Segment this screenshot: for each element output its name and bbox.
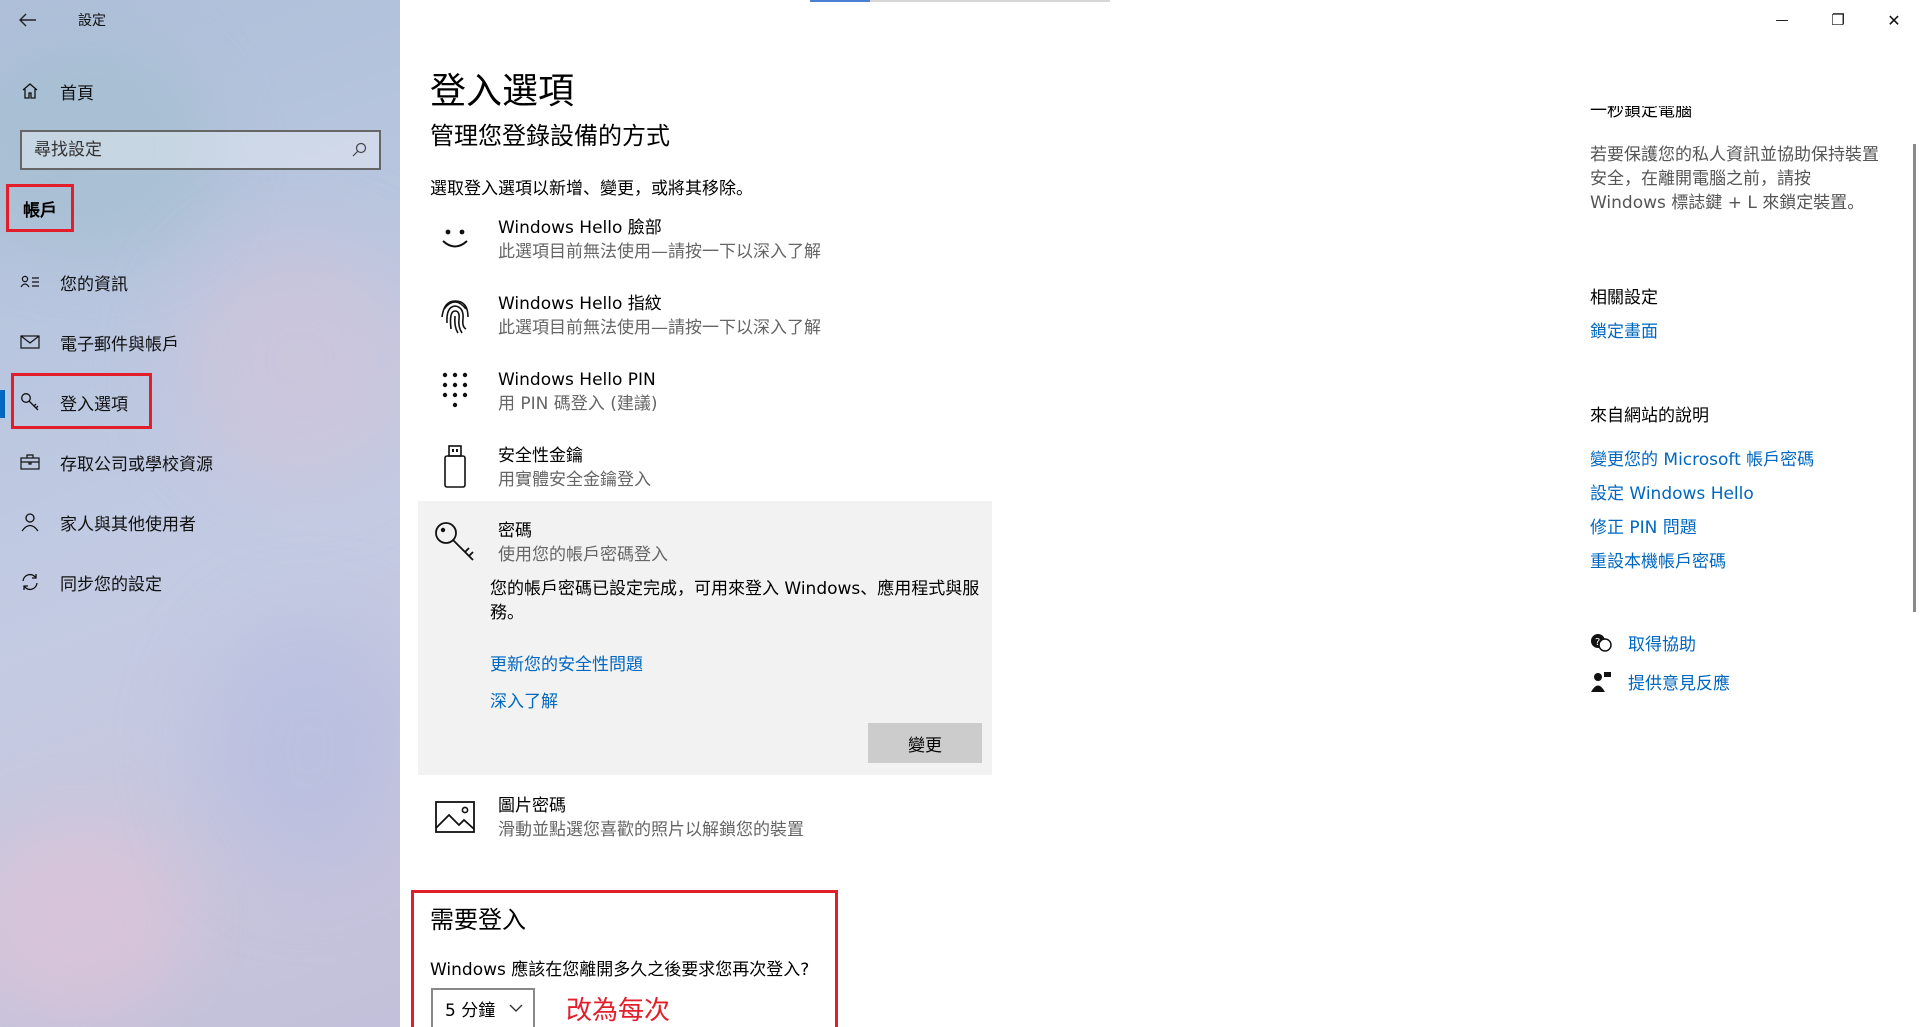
sidebar: 設定 首頁 帳戶: [0, 0, 400, 1027]
option-subtitle: 滑動並點選您喜歡的照片以解鎖您的裝置: [498, 820, 804, 840]
option-title: 密碼: [498, 521, 532, 541]
title-bar: 設定: [0, 0, 400, 40]
usb-key-icon: [444, 445, 466, 488]
dropdown-selected-value: 5 分鐘: [445, 1001, 496, 1021]
sidebar-item-label: 您的資訊: [60, 274, 128, 295]
password-panel: 密碼 使用您的帳戶密碼登入 您的帳戶密碼已設定完成，可用來登入 Windows、…: [418, 501, 992, 775]
option-subtitle: 用 PIN 碼登入 (建議): [498, 394, 658, 414]
restore-button[interactable]: ❐: [1810, 0, 1866, 40]
learn-more-link[interactable]: 深入了解: [490, 687, 558, 712]
setup-windows-hello-link[interactable]: 設定 Windows Hello: [1590, 479, 1754, 504]
get-help-link[interactable]: 取得協助: [1628, 630, 1696, 655]
close-icon: ✕: [1887, 10, 1901, 30]
sidebar-item-signin-options[interactable]: 登入選項: [0, 381, 400, 423]
password-key-icon: [435, 522, 474, 561]
app-title: 設定: [78, 13, 106, 29]
page-title: 登入選項: [430, 71, 575, 112]
svg-text:?: ?: [1595, 637, 1600, 648]
option-picture-password[interactable]: 圖片密碼 滑動並點選您喜歡的照片以解鎖您的裝置: [430, 790, 990, 854]
lock-description: 若要保護您的私人資訊並協助保持裝置安全，在離開電腦之前，請按 Windows 標…: [1590, 145, 1879, 213]
home-icon: [22, 83, 38, 99]
option-subtitle: 使用您的帳戶密碼登入: [498, 545, 668, 565]
search-icon: [352, 142, 367, 157]
sidebar-item-your-info[interactable]: 您的資訊: [0, 261, 400, 303]
web-help-heading: 來自網站的說明: [1590, 406, 1709, 426]
option-title: 圖片密碼: [498, 796, 566, 816]
lock-pc-title: 一秒鎖定電腦: [1590, 106, 1692, 118]
fingerprint-icon: [441, 300, 469, 334]
option-hello-pin[interactable]: Windows Hello PIN 用 PIN 碼登入 (建議): [430, 364, 990, 428]
lock-screen-link[interactable]: 鎖定畫面: [1590, 317, 1658, 342]
related-settings-heading: 相關設定: [1590, 288, 1658, 308]
back-button[interactable]: [0, 0, 56, 40]
annotation-text: 改為每次: [566, 996, 671, 1026]
pin-keypad-icon: [442, 372, 468, 408]
briefcase-icon: [20, 454, 40, 470]
page-subtitle: 管理您登錄設備的方式: [430, 122, 670, 150]
option-password[interactable]: 密碼 使用您的帳戶密碼登入: [430, 515, 668, 569]
option-subtitle: 用實體安全金鑰登入: [498, 470, 651, 490]
update-security-questions-link[interactable]: 更新您的安全性問題: [490, 650, 643, 675]
feedback-link[interactable]: 提供意見反應: [1628, 669, 1730, 694]
section-header-accounts: 帳戶: [6, 184, 74, 232]
reset-local-password-link[interactable]: 重設本機帳戶密碼: [1590, 547, 1726, 572]
fix-pin-link[interactable]: 修正 PIN 問題: [1590, 513, 1697, 538]
require-signin-title: 需要登入: [430, 906, 526, 934]
face-icon: [442, 229, 468, 248]
main-content: — ❐ ✕ 登入選項 管理您登錄設備的方式 選取登入選項以新增、變更，或將其移除…: [400, 0, 1920, 1027]
minimize-icon: —: [1775, 12, 1789, 28]
change-ms-password-link[interactable]: 變更您的 Microsoft 帳戶密碼: [1590, 445, 1814, 470]
chat-help-icon: ?: [1591, 633, 1612, 652]
option-subtitle: 此選項目前無法使用—請按一下以深入了解: [498, 318, 821, 338]
feedback-icon: [1591, 671, 1611, 692]
nav-home[interactable]: 首頁: [0, 70, 400, 112]
sidebar-item-label: 同步您的設定: [60, 574, 162, 595]
sidebar-item-label: 登入選項: [60, 394, 128, 415]
sidebar-item-label: 存取公司或學校資源: [60, 454, 213, 475]
sync-icon: [22, 573, 38, 591]
close-button[interactable]: ✕: [1866, 0, 1920, 40]
option-title: Windows Hello PIN: [498, 370, 656, 390]
person-icon: [21, 513, 39, 532]
sidebar-item-label: 家人與其他使用者: [60, 514, 196, 535]
minimize-button[interactable]: —: [1754, 0, 1810, 40]
option-hello-face[interactable]: Windows Hello 臉部 此選項目前無法使用—請按一下以深入了解: [430, 212, 990, 276]
restore-icon: ❐: [1831, 11, 1845, 29]
top-strip-accent: [810, 0, 870, 2]
change-password-button[interactable]: 變更: [868, 723, 982, 763]
sidebar-item-label: 電子郵件與帳戶: [60, 334, 179, 355]
option-security-key[interactable]: 安全性金鑰 用實體安全金鑰登入: [430, 440, 990, 504]
option-title: Windows Hello 臉部: [498, 218, 662, 238]
sidebar-item-family-users[interactable]: 家人與其他使用者: [0, 501, 400, 543]
search-input[interactable]: [34, 140, 351, 160]
password-description: 您的帳戶密碼已設定完成，可用來登入 Windows、應用程式與服務。: [490, 579, 980, 623]
picture-icon: [435, 801, 475, 833]
intro-text: 選取登入選項以新增、變更，或將其移除。: [430, 179, 753, 199]
option-title: 安全性金鑰: [498, 446, 583, 466]
require-signin-question: Windows 應該在您離開多久之後要求您再次登入?: [430, 960, 810, 980]
get-help-row[interactable]: ? 取得協助: [1590, 630, 1696, 655]
back-arrow-icon: [19, 13, 36, 27]
require-signin-dropdown[interactable]: 5 分鐘: [431, 988, 535, 1027]
sidebar-item-email-accounts[interactable]: 電子郵件與帳戶: [0, 321, 400, 363]
scrollbar[interactable]: [1913, 144, 1916, 612]
sidebar-item-work-school[interactable]: 存取公司或學校資源: [0, 441, 400, 483]
mail-icon: [20, 335, 40, 349]
search-box[interactable]: [20, 130, 381, 170]
settings-window: 設定 首頁 帳戶: [0, 0, 1920, 1027]
option-title: Windows Hello 指紋: [498, 294, 662, 314]
sidebar-item-sync-settings[interactable]: 同步您的設定: [0, 561, 400, 603]
contact-info-icon: [20, 275, 39, 288]
chevron-down-icon: [509, 1002, 523, 1016]
feedback-row[interactable]: 提供意見反應: [1590, 669, 1730, 694]
key-icon: [21, 393, 39, 411]
nav-home-label: 首頁: [60, 83, 94, 104]
option-subtitle: 此選項目前無法使用—請按一下以深入了解: [498, 242, 821, 262]
option-hello-fingerprint[interactable]: Windows Hello 指紋 此選項目前無法使用—請按一下以深入了解: [430, 288, 990, 352]
